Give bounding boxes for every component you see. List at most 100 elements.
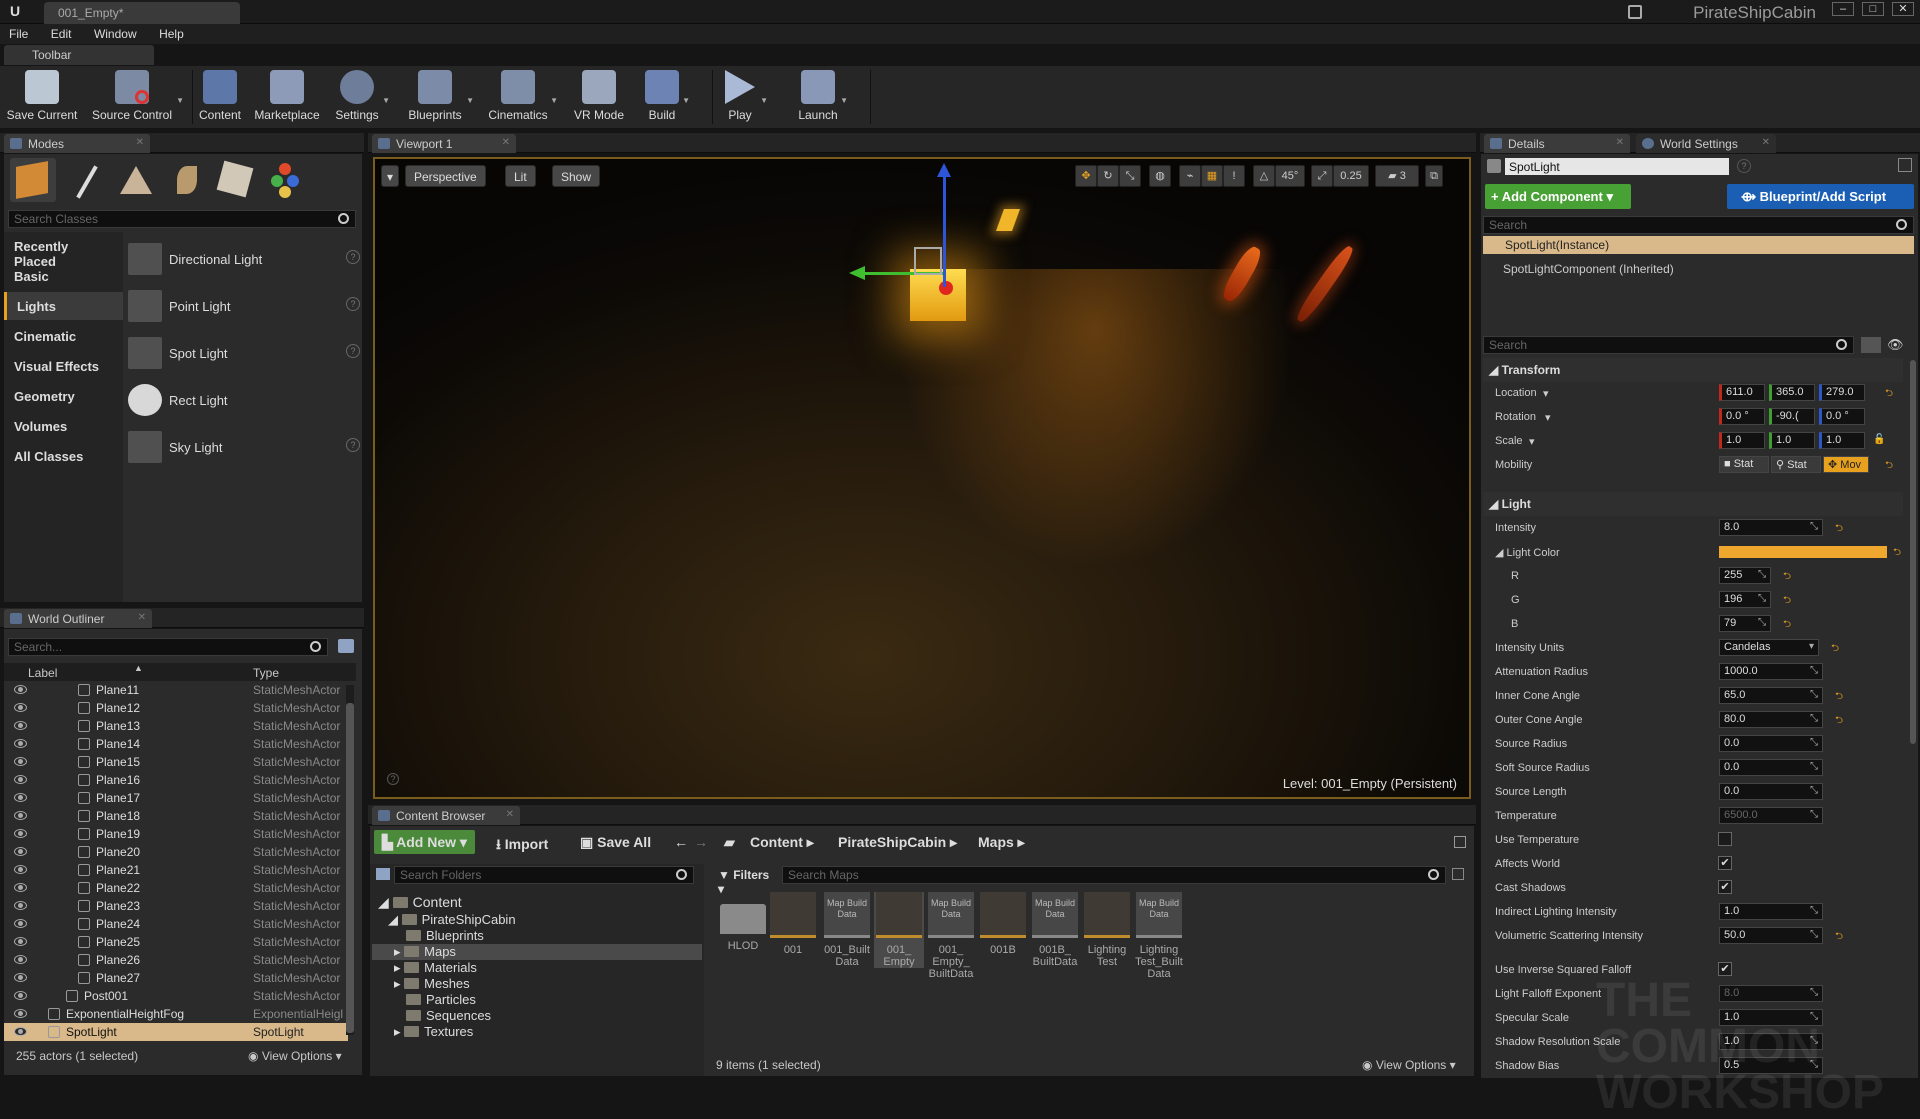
- rotation-z[interactable]: 0.0 °: [1819, 408, 1865, 425]
- path-content[interactable]: Content ▸: [742, 830, 822, 854]
- dropdown-icon[interactable]: ▼: [466, 96, 474, 105]
- gizmo-plane-handle[interactable]: [914, 247, 942, 275]
- category-recently-placed[interactable]: Recently Placed: [4, 232, 123, 269]
- visibility-eye-icon[interactable]: [14, 829, 27, 838]
- lock-icon[interactable]: 🔓: [1873, 434, 1885, 445]
- category-volumes[interactable]: Volumes: [4, 412, 123, 440]
- prop-checkbox[interactable]: ✔: [1718, 962, 1732, 976]
- build-button[interactable]: Build ▼: [642, 68, 690, 126]
- prop-value[interactable]: 65.0 ⤡: [1719, 687, 1823, 704]
- outliner-row[interactable]: Plane22 StaticMeshActor: [4, 879, 348, 897]
- path-maps[interactable]: Maps ▸: [970, 830, 1033, 854]
- reset-icon[interactable]: ⮌: [1893, 545, 1903, 558]
- outliner-row[interactable]: Plane18 StaticMeshActor: [4, 807, 348, 825]
- path-pirateshipcabin[interactable]: PirateShipCabin ▸: [830, 830, 965, 854]
- visibility-eye-icon[interactable]: [14, 847, 27, 856]
- world-settings-tab[interactable]: World Settings ✕: [1636, 134, 1776, 153]
- close-icon[interactable]: ✕: [1762, 137, 1770, 148]
- location-z[interactable]: 279.0: [1819, 384, 1865, 401]
- scale-z[interactable]: 1.0: [1819, 432, 1865, 449]
- lock-icon[interactable]: [1898, 158, 1912, 172]
- blueprints-button[interactable]: Blueprints ▼: [404, 68, 474, 126]
- prop-checkbox[interactable]: ✔: [1718, 880, 1732, 894]
- visibility-eye-icon[interactable]: [14, 1009, 27, 1018]
- asset-tile[interactable]: Map Build Data 001_Built Data: [822, 892, 872, 968]
- gizmo-center-icon[interactable]: [939, 281, 953, 295]
- sources-toggle-icon[interactable]: [376, 868, 390, 880]
- search-classes-input[interactable]: Search Classes: [8, 210, 356, 228]
- category-geometry[interactable]: Geometry: [4, 382, 123, 410]
- location-y[interactable]: 365.0: [1769, 384, 1815, 401]
- outliner-row[interactable]: Plane20 StaticMeshActor: [4, 843, 348, 861]
- close-icon[interactable]: ✕: [136, 137, 144, 148]
- folder-tile[interactable]: HLOD: [718, 892, 768, 952]
- settings-button[interactable]: Settings ▼: [332, 68, 390, 126]
- import-button[interactable]: ⭳ Import: [488, 830, 556, 854]
- filters-button[interactable]: ▼ Filters ▾: [714, 866, 776, 896]
- menu-edit[interactable]: Edit: [42, 24, 81, 41]
- cinematics-button[interactable]: Cinematics ▼: [486, 68, 558, 126]
- outliner-row[interactable]: Plane23 StaticMeshActor: [4, 897, 348, 915]
- visibility-eye-icon[interactable]: [14, 793, 27, 802]
- content-button[interactable]: Content: [196, 68, 244, 126]
- scale-y[interactable]: 1.0: [1769, 432, 1815, 449]
- perspective-button[interactable]: Perspective: [405, 165, 486, 187]
- sky-light-item[interactable]: Sky Light?: [128, 426, 360, 468]
- outliner-row[interactable]: ExponentialHeightFog ExponentialHeigl: [4, 1005, 348, 1023]
- geometry-mode-icon[interactable]: [214, 158, 260, 202]
- eye-icon[interactable]: 👁: [1887, 337, 1913, 353]
- prop-value[interactable]: Candelas ▾: [1719, 639, 1819, 656]
- world-space-icon[interactable]: ◍: [1149, 165, 1171, 187]
- light-section[interactable]: ◢ Light: [1483, 492, 1903, 516]
- asset-tile[interactable]: 001B: [978, 892, 1028, 956]
- visibility-eye-icon[interactable]: [14, 775, 27, 784]
- scale-snap-value[interactable]: 0.25: [1333, 165, 1369, 187]
- reset-icon[interactable]: ⮌: [1783, 593, 1793, 606]
- close-icon[interactable]: ✕: [138, 612, 146, 623]
- mobility-movable[interactable]: ✥ Mov: [1823, 456, 1869, 473]
- visibility-eye-icon[interactable]: [14, 739, 27, 748]
- rotate-icon[interactable]: ↻: [1097, 165, 1119, 187]
- maximize-viewport-icon[interactable]: ⧉: [1425, 165, 1443, 187]
- search-folders-input[interactable]: Search Folders: [394, 866, 694, 884]
- outliner-row[interactable]: Plane16 StaticMeshActor: [4, 771, 348, 789]
- save-current-button[interactable]: Save Current: [6, 68, 78, 126]
- visibility-eye-icon[interactable]: [14, 685, 27, 694]
- camera-speed-button[interactable]: ▰ 3: [1375, 165, 1419, 187]
- surface-snap-icon[interactable]: ⌁: [1179, 165, 1201, 187]
- scale-icon[interactable]: ⤡: [1119, 165, 1141, 187]
- asset-tile[interactable]: Map Build Data 001_ Empty_ BuiltData: [926, 892, 976, 980]
- actor-name-field[interactable]: SpotLight: [1505, 158, 1729, 175]
- rotation-snap-value[interactable]: 45°: [1275, 165, 1305, 187]
- viewport-options-button[interactable]: ▾: [381, 165, 400, 187]
- point-light-item[interactable]: Point Light?: [128, 285, 360, 327]
- category-visual-effects[interactable]: Visual Effects: [4, 352, 123, 380]
- outliner-row[interactable]: Post001 StaticMeshActor: [4, 987, 348, 1005]
- mesh-paint-mode-icon[interactable]: [265, 158, 311, 202]
- dropdown-icon[interactable]: ▼: [550, 96, 558, 105]
- rotation-y[interactable]: -90.(: [1769, 408, 1815, 425]
- save-all-button[interactable]: ▣ Save All: [572, 830, 659, 854]
- directional-light-item[interactable]: Directional Light?: [128, 238, 360, 280]
- folder-textures[interactable]: ▸ Textures: [394, 1024, 473, 1040]
- vr-mode-button[interactable]: VR Mode: [572, 68, 626, 126]
- asset-tile[interactable]: Map Build Data Lighting Test_Built Data: [1134, 892, 1184, 980]
- help-icon[interactable]: ?: [346, 344, 360, 358]
- outliner-row[interactable]: SpotLight SpotLight: [4, 1023, 348, 1041]
- category-lights[interactable]: Lights: [4, 292, 123, 320]
- menu-file[interactable]: File: [0, 24, 37, 41]
- visibility-eye-icon[interactable]: [14, 1027, 27, 1036]
- dropdown-icon[interactable]: ▼: [382, 96, 390, 105]
- component-search-input[interactable]: Search: [1483, 216, 1914, 234]
- place-mode-icon[interactable]: [10, 158, 56, 202]
- reset-icon[interactable]: ⮌: [1783, 617, 1793, 630]
- view-options-button[interactable]: ◉ View Options ▾: [248, 1049, 342, 1063]
- toolbar-tab[interactable]: Toolbar: [4, 45, 154, 65]
- column-type[interactable]: Type: [253, 666, 279, 680]
- location-x[interactable]: 611.0: [1719, 384, 1765, 401]
- rect-light-item[interactable]: Rect Light: [128, 379, 360, 421]
- prop-value[interactable]: 0.0 ⤡: [1719, 759, 1823, 776]
- cb-view-options-button[interactable]: ◉ View Options ▾: [1362, 1058, 1456, 1072]
- dropdown-icon[interactable]: ▾: [1543, 387, 1549, 400]
- prop-value[interactable]: 0.0 ⤡: [1719, 783, 1823, 800]
